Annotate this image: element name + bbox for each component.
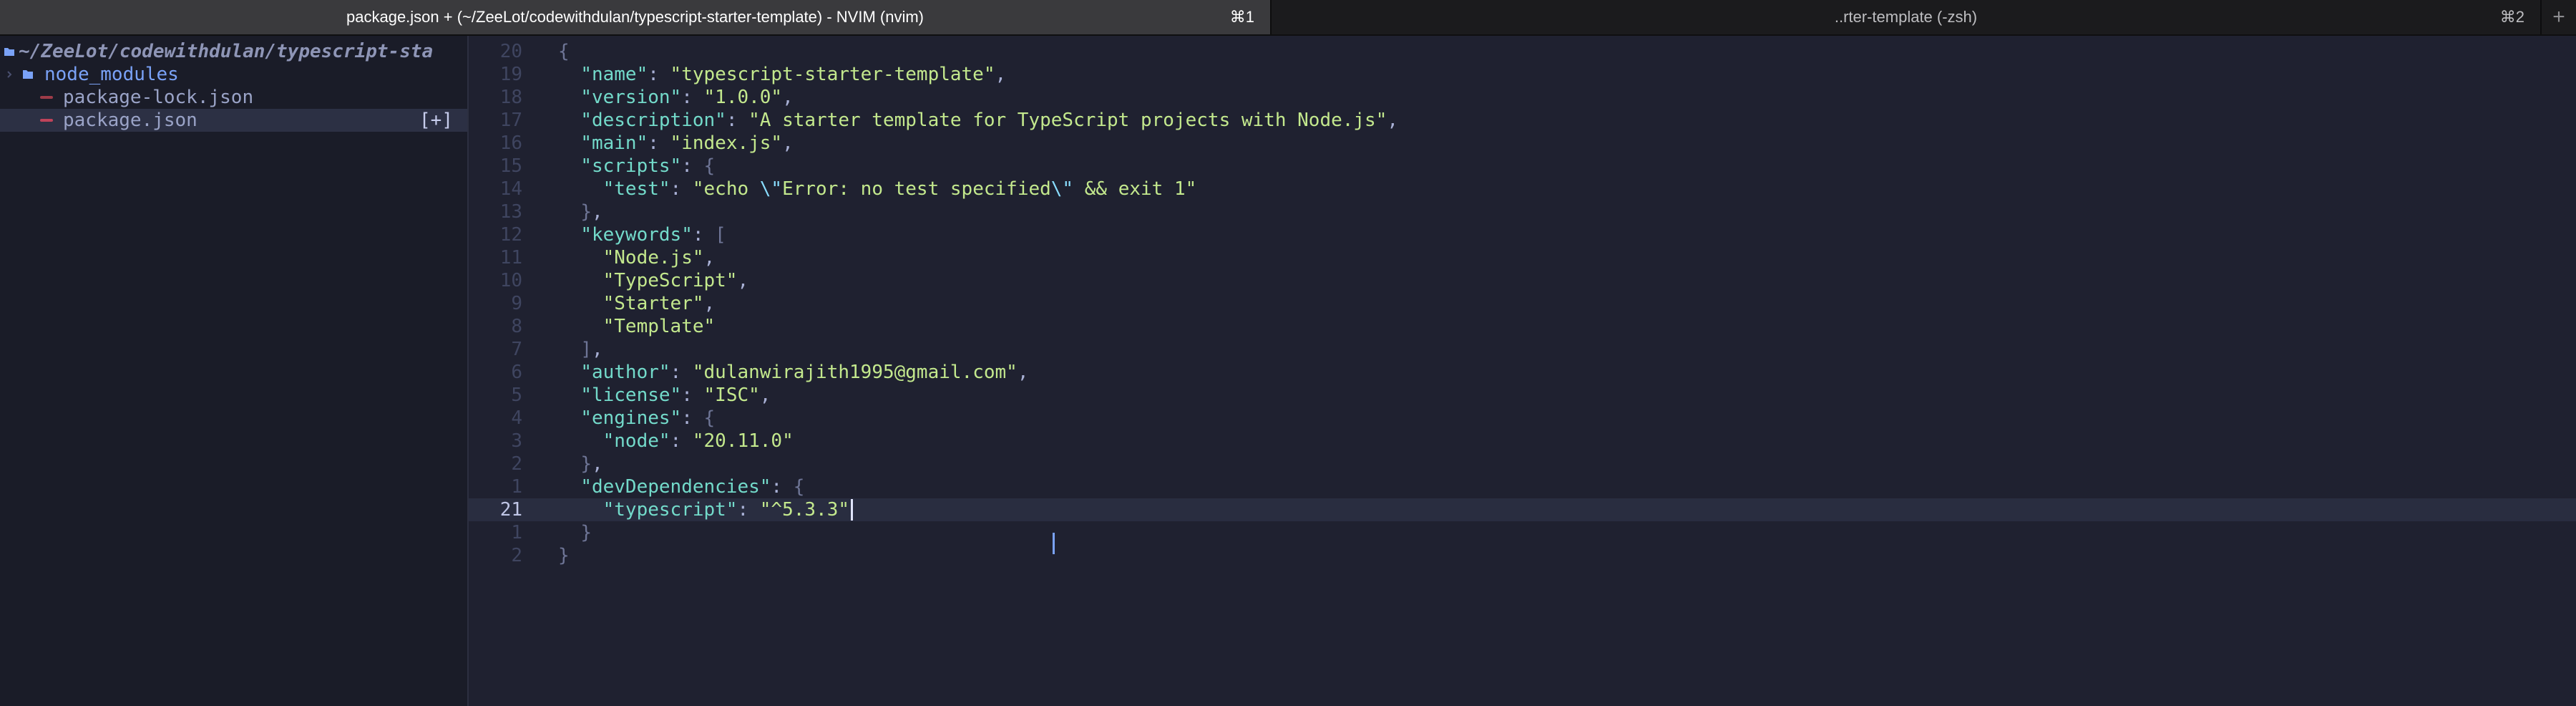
line-code: "description": "A starter template for T…: [580, 110, 1399, 131]
code-line[interactable]: 8 "Template": [469, 315, 2576, 338]
code-line[interactable]: 14 "test": "echo \"Error: no test specif…: [469, 178, 2576, 200]
line-code: "author": "dulanwirajith1995@gmail.com",: [580, 362, 1029, 383]
line-number: 1: [511, 476, 522, 498]
explorer-root-path: ~/ZeeLot/codewithdulan/typescript-sta: [19, 41, 434, 62]
line-code: {: [558, 41, 570, 62]
line-code: },: [580, 453, 603, 475]
code-line[interactable]: 15 "scripts": {: [469, 155, 2576, 178]
line-number: 19: [499, 64, 522, 85]
line-number: 2: [511, 545, 522, 566]
line-number: 11: [499, 247, 522, 269]
explorer-root[interactable]: ~/ZeeLot/codewithdulan/typescript-sta: [0, 40, 467, 63]
tab-zsh[interactable]: ..rter-template (-zsh) ⌘2: [1270, 0, 2540, 34]
explorer-item-node-modules[interactable]: node_modules: [0, 63, 467, 86]
code-line[interactable]: 5 "license": "ISC",: [469, 384, 2576, 407]
code-line[interactable]: 1 "devDependencies": {: [469, 475, 2576, 498]
terminal-tab-bar: package.json + (~/ZeeLot/codewithdulan/t…: [0, 0, 2576, 36]
line-number: 3: [511, 430, 522, 452]
line-number: 18: [499, 87, 522, 108]
code-line[interactable]: 16 "main": "index.js",: [469, 132, 2576, 155]
line-code: "devDependencies": {: [580, 476, 805, 498]
code-line[interactable]: 3 "node": "20.11.0": [469, 430, 2576, 453]
line-number: 6: [511, 362, 522, 383]
tab-shortcut: ⌘1: [1229, 8, 1254, 26]
code-editor[interactable]: 20{19 "name": "typescript-starter-templa…: [469, 36, 2576, 706]
line-code: "version": "1.0.0",: [580, 87, 794, 108]
line-code: "TypeScript",: [602, 270, 749, 291]
line-number: 20: [499, 41, 522, 62]
tab-title: ..rter-template (-zsh): [1834, 8, 1978, 26]
new-tab-button[interactable]: +: [2540, 0, 2576, 34]
line-code: "Starter",: [602, 293, 716, 314]
explorer-item-label: package.json: [63, 110, 197, 131]
line-code: "typescript": "^5.3.3": [602, 499, 850, 521]
line-code: "test": "echo \"Error: no test specified…: [602, 178, 1197, 200]
line-number: 12: [499, 224, 522, 246]
line-number: 16: [499, 132, 522, 154]
code-line[interactable]: 17 "description": "A starter template fo…: [469, 109, 2576, 132]
explorer-item-label: package-lock.json: [63, 87, 254, 108]
line-code: "scripts": {: [580, 155, 716, 177]
code-line[interactable]: 12 "keywords": [: [469, 223, 2576, 246]
json-file-icon: [37, 117, 56, 123]
line-code: },: [580, 201, 603, 223]
code-line[interactable]: 10 "TypeScript",: [469, 269, 2576, 292]
text-cursor: [851, 499, 853, 521]
code-line[interactable]: 19 "name": "typescript-starter-template"…: [469, 63, 2576, 86]
tab-title: package.json + (~/ZeeLot/codewithdulan/t…: [346, 8, 924, 26]
line-code: }: [558, 545, 570, 566]
tab-nvim[interactable]: package.json + (~/ZeeLot/codewithdulan/t…: [0, 0, 1270, 34]
line-number: 7: [511, 339, 522, 360]
line-number: 8: [511, 316, 522, 337]
line-code: "main": "index.js",: [580, 132, 794, 154]
file-explorer: ~/ZeeLot/codewithdulan/typescript-sta no…: [0, 36, 469, 706]
code-line[interactable]: 20 {: [469, 40, 2576, 63]
code-line[interactable]: 6 "author": "dulanwirajith1995@gmail.com…: [469, 361, 2576, 384]
line-code: "Node.js",: [602, 247, 716, 269]
line-number: 1: [511, 522, 522, 543]
line-number: 9: [511, 293, 522, 314]
modified-indicator: [+]: [419, 110, 453, 131]
code-line[interactable]: 18 "version": "1.0.0",: [469, 86, 2576, 109]
code-line[interactable]: 9 "Starter",: [469, 292, 2576, 315]
line-number: 17: [499, 110, 522, 131]
code-line[interactable]: 2 },: [469, 453, 2576, 475]
code-line[interactable]: 7 ],: [469, 338, 2576, 361]
code-line[interactable]: 13 },: [469, 200, 2576, 223]
line-code: "node": "20.11.0": [602, 430, 794, 452]
code-line[interactable]: 11 "Node.js",: [469, 246, 2576, 269]
json-file-icon: [37, 95, 56, 100]
tab-shortcut: ⌘2: [2499, 8, 2524, 26]
explorer-item-package-lock[interactable]: package-lock.json: [0, 86, 467, 109]
line-number: 14: [499, 178, 522, 200]
line-code: "license": "ISC",: [580, 385, 771, 406]
line-code: }: [580, 522, 592, 543]
code-line[interactable]: 2}: [469, 544, 2576, 567]
line-number: 2: [511, 453, 522, 475]
line-code: "name": "typescript-starter-template",: [580, 64, 1007, 85]
code-line-current[interactable]: 21 "typescript": "^5.3.3": [469, 498, 2576, 521]
explorer-item-package-json[interactable]: package.json [+]: [0, 109, 467, 132]
explorer-item-label: node_modules: [44, 64, 179, 85]
line-code: ],: [580, 339, 603, 360]
code-line[interactable]: 4 "engines": {: [469, 407, 2576, 430]
code-line[interactable]: 1 }: [469, 521, 2576, 544]
line-number: 21: [499, 499, 522, 521]
line-number: 4: [511, 407, 522, 429]
indent-guide: [1053, 533, 1055, 554]
line-number: 13: [499, 201, 522, 223]
line-code: "keywords": [: [580, 224, 726, 246]
line-number: 5: [511, 385, 522, 406]
chevron-right-icon: [0, 70, 19, 79]
line-number: 10: [499, 270, 522, 291]
folder-icon: [19, 69, 37, 79]
line-code: "engines": {: [580, 407, 716, 429]
line-number: 15: [499, 155, 522, 177]
line-code: "Template": [602, 316, 716, 337]
folder-open-icon: [0, 47, 19, 57]
